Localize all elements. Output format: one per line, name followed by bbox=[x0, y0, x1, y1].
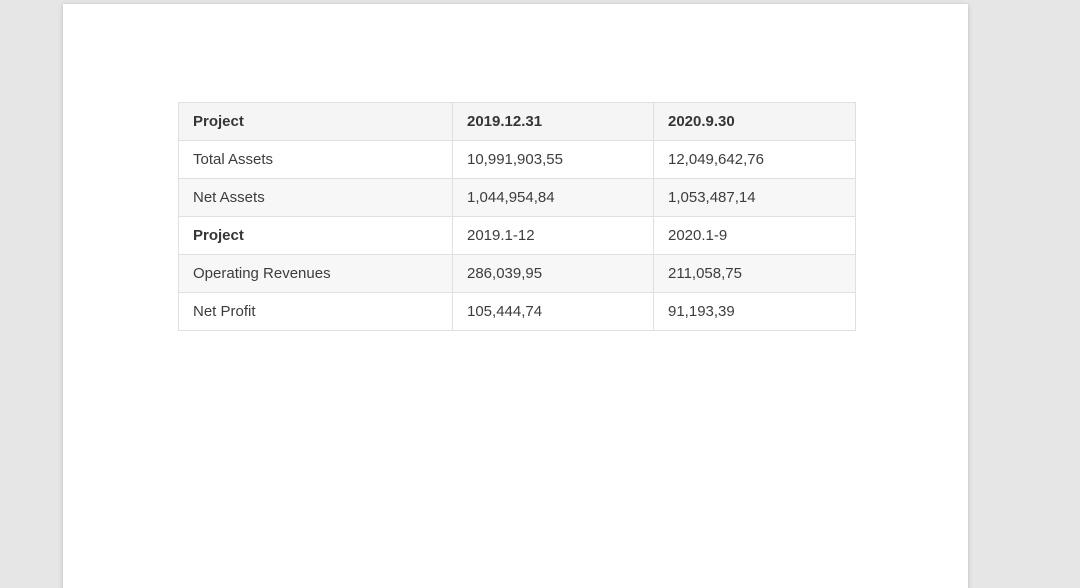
table-cell: 211,058,75 bbox=[654, 255, 856, 293]
table-cell: 91,193,39 bbox=[654, 293, 856, 331]
table-cell: 12,049,642,76 bbox=[654, 141, 856, 179]
table-cell: 2020.1-9 bbox=[654, 217, 856, 255]
table-row: Project 2019.1-12 2020.1-9 bbox=[179, 217, 856, 255]
table-cell: Net Assets bbox=[179, 179, 453, 217]
table-row: Total Assets 10,991,903,55 12,049,642,76 bbox=[179, 141, 856, 179]
financial-table: Project 2019.12.31 2020.9.30 Total Asset… bbox=[178, 102, 856, 331]
table-cell: 286,039,95 bbox=[453, 255, 654, 293]
table-header-row: Project 2019.12.31 2020.9.30 bbox=[179, 103, 856, 141]
table-header-cell: Project bbox=[179, 103, 453, 141]
table-header-cell: 2019.12.31 bbox=[453, 103, 654, 141]
table-cell: 105,444,74 bbox=[453, 293, 654, 331]
table-section-header-cell: Project bbox=[179, 217, 453, 255]
table-cell: Net Profit bbox=[179, 293, 453, 331]
table-row: Net Assets 1,044,954,84 1,053,487,14 bbox=[179, 179, 856, 217]
financial-table-container: Project 2019.12.31 2020.9.30 Total Asset… bbox=[178, 102, 855, 331]
table-cell: 2019.1-12 bbox=[453, 217, 654, 255]
table-header-cell: 2020.9.30 bbox=[654, 103, 856, 141]
canvas-background: Project 2019.12.31 2020.9.30 Total Asset… bbox=[0, 0, 1080, 588]
table-cell: 1,044,954,84 bbox=[453, 179, 654, 217]
table-row: Operating Revenues 286,039,95 211,058,75 bbox=[179, 255, 856, 293]
table-row: Net Profit 105,444,74 91,193,39 bbox=[179, 293, 856, 331]
table-cell: Total Assets bbox=[179, 141, 453, 179]
table-cell: 1,053,487,14 bbox=[654, 179, 856, 217]
table-cell: Operating Revenues bbox=[179, 255, 453, 293]
table-cell: 10,991,903,55 bbox=[453, 141, 654, 179]
document-page: Project 2019.12.31 2020.9.30 Total Asset… bbox=[63, 4, 968, 588]
